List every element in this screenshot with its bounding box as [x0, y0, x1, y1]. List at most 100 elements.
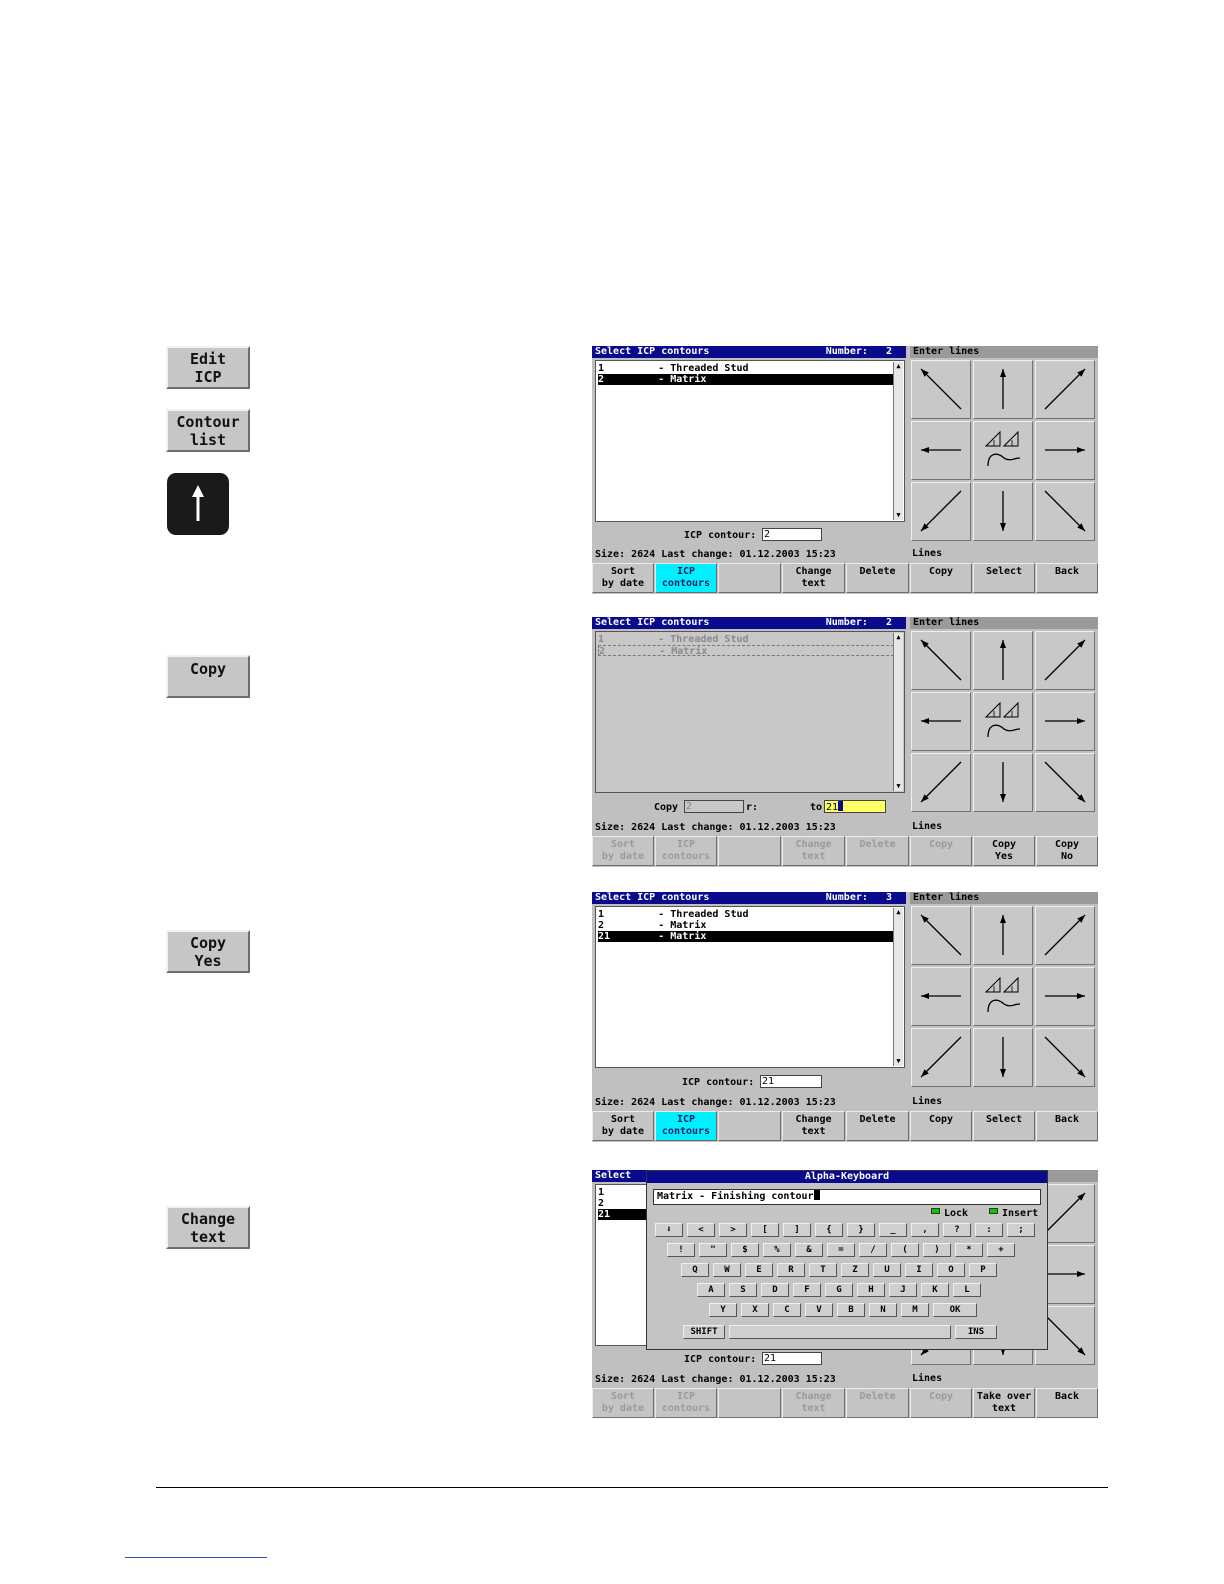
keyboard-key[interactable]: + — [987, 1243, 1015, 1257]
scroll-down-icon[interactable]: ▼ — [894, 511, 903, 520]
softkey-icp[interactable]: ICP contours — [655, 1111, 717, 1141]
keyboard-key[interactable]: : — [975, 1223, 1003, 1237]
contour-list[interactable]: 1 - Threaded Stud 2 - Matrix ▲ ▼ — [595, 360, 905, 522]
keyboard-key[interactable]: Q — [681, 1263, 709, 1277]
keyboard-key[interactable]: I — [905, 1263, 933, 1277]
scrollbar[interactable]: ▲ ▼ — [893, 908, 903, 1066]
keyboard-key[interactable]: P — [969, 1263, 997, 1277]
ins-key[interactable]: INS — [955, 1325, 997, 1339]
keyboard-key[interactable]: OK — [933, 1303, 977, 1317]
keyboard-key[interactable]: R — [777, 1263, 805, 1277]
lock-indicator[interactable]: Lock — [931, 1208, 968, 1219]
contour-tangent-button[interactable] — [973, 421, 1033, 480]
keyboard-key[interactable]: D — [761, 1283, 789, 1297]
keyboard-key[interactable]: < — [687, 1223, 715, 1237]
copy-key[interactable]: Copy — [166, 655, 250, 698]
softkey-select[interactable]: Select — [973, 563, 1035, 593]
copy-target-input[interactable]: 21 — [824, 800, 886, 813]
keyboard-key[interactable]: E — [745, 1263, 773, 1277]
softkey-copy[interactable]: Copy — [910, 1388, 972, 1418]
list-item[interactable]: 1 - Threaded Stud — [598, 363, 749, 374]
softkey-icp[interactable]: ICP contours — [655, 1388, 717, 1418]
list-item-selected[interactable]: 21 — [598, 1209, 652, 1220]
keyboard-key[interactable]: { — [815, 1223, 843, 1237]
softkey-delete[interactable]: Delete — [846, 563, 909, 593]
line-direction-button[interactable] — [1035, 421, 1095, 480]
keyboard-key[interactable]: ! — [667, 1243, 695, 1257]
softkey-change[interactable]: Change text — [782, 1111, 845, 1141]
keyboard-key[interactable]: [ — [751, 1223, 779, 1237]
line-direction-button[interactable] — [973, 360, 1033, 419]
keyboard-key[interactable]: N — [869, 1303, 897, 1317]
softkey-empty[interactable] — [718, 1111, 781, 1141]
line-direction-button[interactable] — [1035, 1028, 1095, 1087]
line-direction-button[interactable] — [973, 482, 1033, 541]
softkey-copy[interactable]: Copy — [910, 1111, 972, 1141]
keyboard-key[interactable]: U — [873, 1263, 901, 1277]
softkey-empty[interactable] — [718, 1388, 781, 1418]
line-direction-button[interactable] — [911, 906, 971, 965]
line-direction-button[interactable] — [911, 482, 971, 541]
keyboard-key[interactable]: J — [889, 1283, 917, 1297]
line-direction-button[interactable] — [973, 753, 1033, 812]
icp-contour-input[interactable]: 21 — [762, 1352, 822, 1365]
keyboard-key[interactable]: , — [911, 1223, 939, 1237]
keyboard-key[interactable]: * — [955, 1243, 983, 1257]
list-item[interactable]: 2 — [598, 1198, 604, 1209]
softkey-select[interactable]: Select — [973, 1111, 1035, 1141]
keyboard-key[interactable]: L — [953, 1283, 981, 1297]
softkey-copy[interactable]: Copy Yes — [973, 836, 1035, 866]
keyboard-key[interactable]: ( — [891, 1243, 919, 1257]
softkey-change[interactable]: Change text — [782, 836, 845, 866]
keyboard-key[interactable]: O — [937, 1263, 965, 1277]
space-key[interactable] — [729, 1325, 951, 1339]
keyboard-key[interactable]: Y — [709, 1303, 737, 1317]
keyboard-key[interactable]: % — [763, 1243, 791, 1257]
contour-list[interactable]: 1 - Threaded Stud 2 - Matrix 21 - Matrix… — [595, 906, 905, 1068]
copy-yes-key[interactable]: Copy Yes — [166, 930, 250, 973]
line-direction-button[interactable] — [1035, 692, 1095, 751]
line-direction-button[interactable] — [1035, 631, 1095, 690]
softkey-delete[interactable]: Delete — [846, 1388, 909, 1418]
softkey-copy[interactable]: Copy No — [1036, 836, 1098, 866]
keyboard-key[interactable]: S — [729, 1283, 757, 1297]
keyboard-key[interactable]: M — [901, 1303, 929, 1317]
contour-tangent-button[interactable] — [973, 967, 1033, 1026]
line-direction-button[interactable] — [1035, 360, 1095, 419]
list-item-selected[interactable]: 2 - Matrix — [598, 374, 894, 385]
softkey-back[interactable]: Back — [1036, 563, 1098, 593]
keyboard-key[interactable]: B — [837, 1303, 865, 1317]
softkey-empty[interactable] — [718, 836, 781, 866]
line-direction-button[interactable] — [911, 967, 971, 1026]
softkey-delete[interactable]: Delete — [846, 1111, 909, 1141]
keyboard-key[interactable]: ? — [943, 1223, 971, 1237]
keyboard-key[interactable]: X — [741, 1303, 769, 1317]
softkey-copy[interactable]: Copy — [910, 836, 972, 866]
icp-contour-input[interactable]: 2 — [762, 528, 822, 541]
line-direction-button[interactable] — [911, 360, 971, 419]
softkey-sort[interactable]: Sort by date — [592, 836, 654, 866]
keyboard-key[interactable]: F — [793, 1283, 821, 1297]
insert-indicator[interactable]: Insert — [989, 1208, 1038, 1219]
keyboard-key[interactable]: ; — [1007, 1223, 1035, 1237]
line-direction-button[interactable] — [973, 631, 1033, 690]
softkey-copy[interactable]: Copy — [910, 563, 972, 593]
softkey-sort[interactable]: Sort by date — [592, 1388, 654, 1418]
scroll-up-icon[interactable]: ▲ — [894, 908, 903, 917]
line-direction-button[interactable] — [911, 631, 971, 690]
line-direction-button[interactable] — [1035, 753, 1095, 812]
scroll-down-icon[interactable]: ▼ — [894, 1057, 903, 1066]
contour-tangent-button[interactable] — [973, 692, 1033, 751]
keyboard-key[interactable]: H — [857, 1283, 885, 1297]
softkey-icp[interactable]: ICP contours — [655, 563, 717, 593]
softkey-back[interactable]: Back — [1036, 1388, 1098, 1418]
line-direction-button[interactable] — [911, 421, 971, 480]
keyboard-key[interactable]: _ — [879, 1223, 907, 1237]
keyboard-key[interactable]: / — [859, 1243, 887, 1257]
softkey-delete[interactable]: Delete — [846, 836, 909, 866]
softkey-change[interactable]: Change text — [782, 563, 845, 593]
icp-contour-input[interactable]: 21 — [760, 1075, 822, 1088]
softkey-change[interactable]: Change text — [782, 1388, 845, 1418]
scroll-up-icon[interactable]: ▲ — [894, 362, 903, 371]
keyboard-key[interactable]: C — [773, 1303, 801, 1317]
